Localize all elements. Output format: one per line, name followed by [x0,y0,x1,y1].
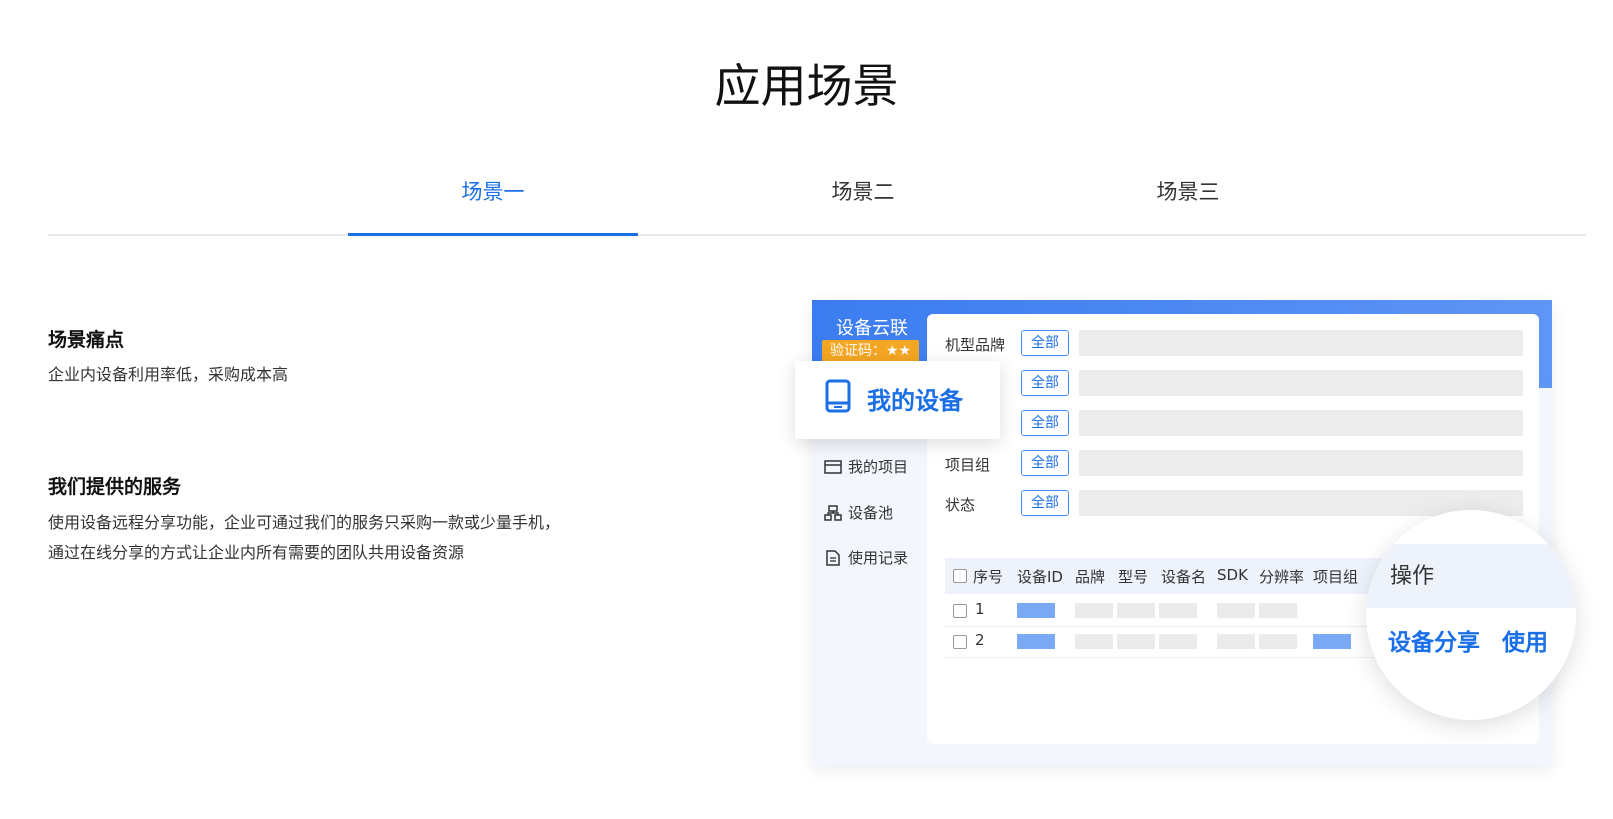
row-index: 1 [975,600,985,618]
placeholder-cell [1117,603,1155,618]
placeholder-cell [1159,634,1197,649]
filter-all-tag: 全部 [1021,450,1069,476]
tab-scene-one[interactable]: 场景一 [348,170,638,236]
column-header: 设备ID [1017,568,1063,586]
filter-label: 机型品牌 [945,336,1006,354]
filter-all-tag: 全部 [1021,370,1069,396]
filter-all-tag: 全部 [1021,410,1069,436]
filter-all-tag: 全部 [1021,330,1069,356]
project-group-cell [1313,634,1351,649]
column-header: SDK [1217,566,1248,584]
filter-all-tag: 全部 [1021,490,1069,516]
filter-label: 项目组 [945,456,991,474]
nav-item-usage-records: 使用记录 [824,547,908,568]
illustration-brand: 设备云联 [836,318,908,339]
operations-header: 操作 [1390,564,1435,589]
nav-label: 设备池 [848,504,894,522]
nav-item-device-pool: 设备池 [824,502,893,523]
active-tab-indicator [348,233,638,236]
filter-options-bar [1079,330,1523,356]
placeholder-cell [1159,603,1197,618]
filter-label: 状态 [945,496,976,514]
project-icon [824,460,842,474]
service-title: 我们提供的服务 [48,476,182,498]
row-checkbox [953,604,967,618]
row-index: 2 [975,631,985,649]
select-all-checkbox [953,569,967,583]
filter-options-bar [1079,370,1523,396]
column-header: 设备名 [1161,568,1207,586]
filter-options-bar [1079,450,1523,476]
placeholder-cell [1259,634,1297,649]
column-header: 序号 [973,568,1004,586]
placeholder-cell [1075,634,1113,649]
column-header: 品牌 [1075,568,1106,586]
pain-point-text: 企业内设备利用率低，采购成本高 [48,365,289,384]
tab-scene-two[interactable]: 场景二 [718,170,1008,236]
verify-code-badge: 验证码：★★ [822,340,920,362]
nav-label: 我的项目 [848,458,909,476]
service-text-line-2: 通过在线分享的方式让企业内所有需要的团队共用设备资源 [48,543,465,562]
use-action: 使用 [1502,630,1548,656]
placeholder-cell [1217,603,1255,618]
device-id-cell [1017,603,1055,618]
my-devices-label: 我的设备 [867,387,963,415]
my-devices-callout: 我的设备 [795,361,1000,439]
device-icon [825,379,851,413]
device-share-action: 设备分享 [1388,630,1480,656]
device-pool-icon [824,505,842,521]
service-text-line-1: 使用设备远程分享功能，企业可通过我们的服务只采购一款或少量手机， [48,513,561,532]
placeholder-cell [1217,634,1255,649]
pain-point-title: 场景痛点 [48,329,125,351]
device-id-cell [1017,634,1055,649]
row-checkbox [953,635,967,649]
filter-options-bar [1079,410,1523,436]
scene-tabs: 场景一 场景二 场景三 [48,170,1586,236]
nav-item-my-projects: 我的项目 [824,456,908,477]
nav-label: 使用记录 [848,549,909,567]
placeholder-cell [1117,634,1155,649]
column-header: 项目组 [1313,568,1359,586]
column-header: 分辨率 [1259,568,1305,586]
placeholder-cell [1075,603,1113,618]
column-header: 型号 [1118,568,1149,586]
operations-magnifier: 操作 设备分享 使用 [1366,510,1576,720]
page-title: 应用场景 [714,59,899,113]
placeholder-cell [1259,603,1297,618]
tab-scene-three[interactable]: 场景三 [1043,170,1333,236]
record-icon [826,550,840,566]
